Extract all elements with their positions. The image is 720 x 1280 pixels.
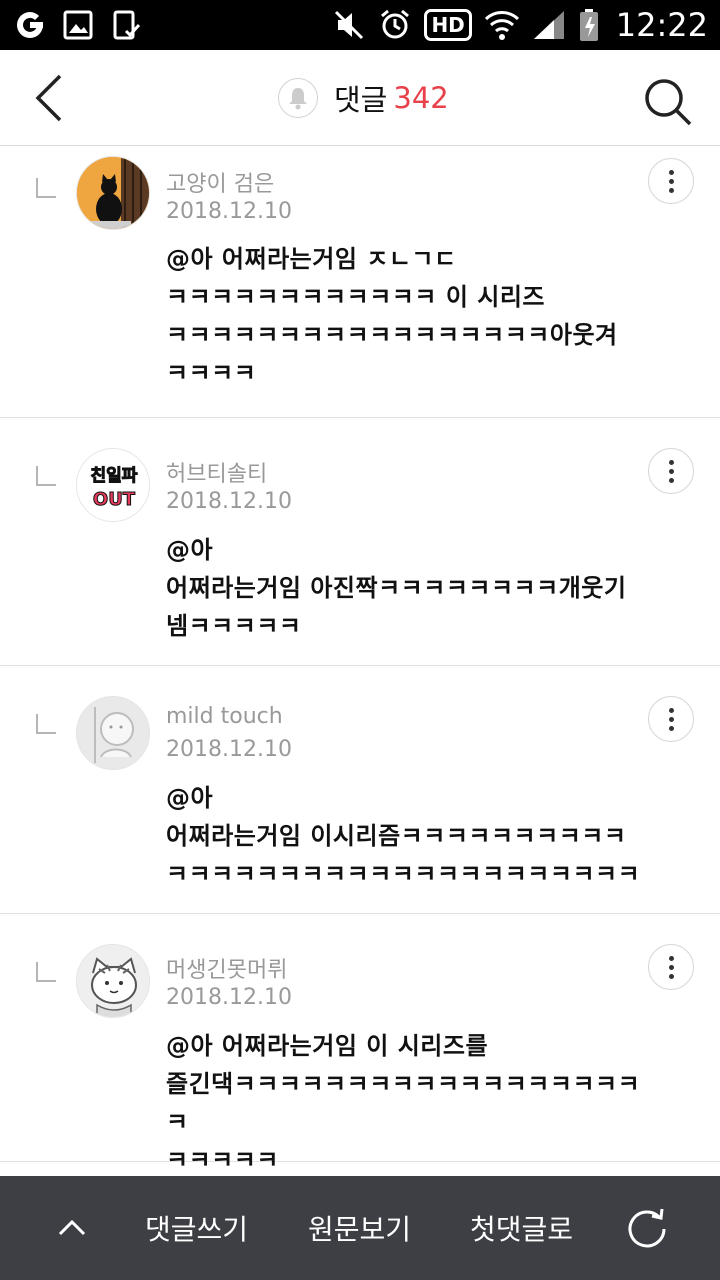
comment-item: 친일파 OUT 허브티솔티 2018.12.10 @아 어쩌라는거임 아진짝ㅋㅋ… — [0, 418, 720, 666]
comment-text: @아 어쩌라는거임 아진짝ㅋㅋㅋㅋㅋㅋㅋㅋ개웃기 넴ㅋㅋㅋㅋㅋ — [166, 536, 627, 640]
avatar-sticker-text-top: 친일파 — [91, 466, 138, 486]
comment-author[interactable]: 허브티솔티 — [166, 456, 267, 488]
more-options-button[interactable] — [648, 696, 694, 742]
comment-date: 2018.12.10 — [166, 985, 292, 1010]
comment-count: 342 — [393, 81, 449, 115]
more-options-button[interactable] — [648, 158, 694, 204]
bell-icon[interactable] — [278, 78, 318, 118]
refresh-icon[interactable] — [624, 1204, 670, 1250]
more-dot-icon — [668, 973, 674, 979]
comment-text: @아 어쩌라는거임 ㅈㄴㄱㄷ ㅋㅋㅋㅋㅋㅋㅋㅋㅋㅋㅋㅋ 이 시리즈 ㅋㅋㅋㅋㅋㅋ… — [166, 245, 618, 387]
comment-text: @아 어쩌라는거임 이시리즘ㅋㅋㅋㅋㅋㅋㅋㅋㅋㅋ ㅋㅋㅋㅋㅋㅋㅋㅋㅋㅋㅋㅋㅋㅋㅋ… — [166, 784, 641, 888]
comment-item: 고양이 검은 2018.12.10 @아 어쩌라는거임 ㅈㄴㄱㄷ ㅋㅋㅋㅋㅋㅋㅋ… — [0, 146, 720, 418]
reply-indicator-icon — [36, 714, 56, 734]
header-title-group: 댓글 342 — [278, 76, 449, 120]
comment-list: 고양이 검은 2018.12.10 @아 어쩌라는거임 ㅈㄴㄱㄷ ㅋㅋㅋㅋㅋㅋㅋ… — [0, 146, 720, 1174]
more-options-button[interactable] — [648, 944, 694, 990]
more-dot-icon — [668, 468, 674, 474]
reply-indicator-icon — [36, 178, 56, 198]
comment-date: 2018.12.10 — [166, 737, 292, 762]
comment-date: 2018.12.10 — [166, 489, 292, 514]
more-dot-icon — [668, 178, 674, 184]
mute-icon — [335, 10, 364, 40]
default-avatar[interactable] — [76, 696, 150, 770]
more-options-button[interactable] — [648, 448, 694, 494]
comments-header: 댓글 342 — [0, 50, 720, 146]
more-dot-icon — [668, 707, 674, 713]
reply-indicator-icon — [36, 466, 56, 486]
status-left-icons — [14, 9, 142, 41]
task-icon — [113, 10, 141, 40]
cartoon-cat-avatar[interactable] — [76, 944, 150, 1018]
comment-author[interactable]: 고양이 검은 — [166, 166, 274, 198]
more-dot-icon — [668, 716, 674, 722]
status-bar: HD 12:22 — [0, 0, 720, 50]
hd-badge: HD — [424, 9, 472, 41]
more-dot-icon — [668, 477, 674, 483]
page-title: 댓글 — [334, 83, 388, 117]
battery-icon — [579, 9, 598, 41]
avatar-sticker-text-bottom: OUT — [93, 489, 136, 510]
wifi-icon — [484, 11, 519, 40]
clock: 12:22 — [615, 6, 708, 44]
g-app-icon — [17, 12, 43, 38]
black-cat-avatar[interactable] — [76, 156, 150, 230]
bottom-action-bar: 댓글쓰기 원문보기 첫댓글로 — [0, 1176, 720, 1280]
more-dot-icon — [668, 964, 674, 970]
view-original-button[interactable]: 원문보기 — [308, 1208, 411, 1248]
comment-item: 머생긴못머뤼 2018.12.10 @아 어쩌라는거임 이 시리즈를 즐긴댁ㅋㅋ… — [0, 914, 720, 1174]
reply-indicator-icon — [36, 962, 56, 982]
first-comment-button[interactable]: 첫댓글로 — [470, 1208, 573, 1248]
status-right-icons: HD 12:22 — [332, 6, 708, 44]
comment-author[interactable]: 머생긴못머뤼 — [166, 952, 287, 984]
comment-item: mild touch 2018.12.10 @아 어쩌라는거임 이시리즘ㅋㅋㅋㅋ… — [0, 666, 720, 914]
more-dot-icon — [668, 725, 674, 731]
back-arrow-icon[interactable] — [30, 72, 70, 124]
chevron-up-icon[interactable] — [52, 1206, 92, 1246]
more-dot-icon — [668, 187, 674, 193]
search-icon[interactable] — [640, 74, 696, 130]
write-comment-button[interactable]: 댓글쓰기 — [145, 1208, 248, 1248]
more-dot-icon — [668, 459, 674, 465]
signal-icon — [533, 11, 564, 39]
comment-text: @아 어쩌라는거임 이 시리즈를 즐긴댁ㅋㅋㅋㅋㅋㅋㅋㅋㅋㅋㅋㅋㅋㅋㅋㅋㅋㅋㅋ … — [166, 1032, 641, 1174]
more-dot-icon — [668, 169, 674, 175]
more-dot-icon — [668, 955, 674, 961]
alarm-icon — [381, 9, 410, 39]
sticker-avatar[interactable]: 친일파 OUT — [76, 448, 150, 522]
comment-date: 2018.12.10 — [166, 199, 292, 224]
gallery-icon — [63, 10, 93, 40]
comment-author[interactable]: mild touch — [166, 704, 283, 729]
